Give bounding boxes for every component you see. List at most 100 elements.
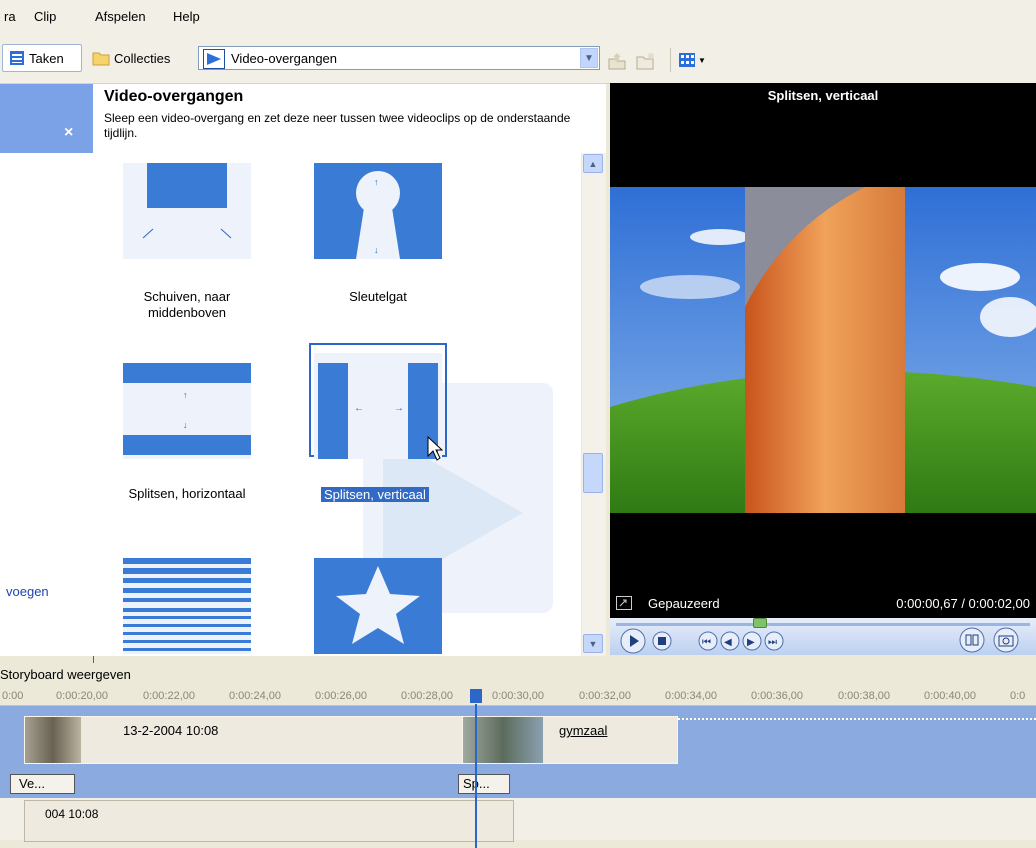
transition-label: Splitsen, horizontaal — [128, 486, 246, 501]
new-folder-icon[interactable] — [634, 51, 656, 71]
menu-extra[interactable]: ra — [4, 9, 16, 24]
preview-monitor: Splitsen, verticaal — [610, 83, 1036, 655]
caret-down-icon: ▼ — [698, 55, 706, 65]
playhead-line — [475, 704, 477, 848]
transition-item[interactable] — [123, 163, 251, 259]
transition-item[interactable] — [314, 558, 442, 654]
task-pane: voegen — [0, 153, 93, 656]
video-track: 13-2-2004 10:08 gymzaal — [0, 706, 1036, 770]
svg-text:↑: ↑ — [183, 390, 188, 400]
preview-image — [610, 187, 1036, 513]
split-vertical-icon: ← → — [314, 353, 442, 459]
collection-select-value: Video-overgangen — [231, 51, 338, 66]
preview-title: Splitsen, verticaal — [767, 88, 879, 103]
ruler-tick: 0:00:40,00 — [924, 690, 976, 702]
clip-2[interactable]: gymzaal — [462, 716, 678, 764]
transition-label: Sleutelgat — [349, 289, 407, 304]
transition-label-selected: Splitsen, verticaal — [321, 487, 429, 502]
ruler-tick: 0:00:38,00 — [838, 690, 890, 702]
collecties-button[interactable]: Collecties — [86, 44, 192, 72]
taken-button[interactable]: Taken — [2, 44, 82, 72]
clip-title: 13-2-2004 10:08 — [123, 723, 219, 738]
preview-frame — [610, 187, 1036, 513]
folder-icon — [92, 52, 110, 66]
star-icon — [314, 558, 442, 654]
menu-afspelen[interactable]: Afspelen — [95, 9, 146, 24]
slide-up-middle-icon — [123, 163, 251, 259]
playhead-icon[interactable] — [470, 689, 482, 703]
collecties-label: Collecties — [114, 50, 171, 66]
ruler-tick: 0:00:24,00 — [229, 690, 281, 702]
transition-clip-2[interactable]: Sp... — [458, 774, 510, 794]
svg-text:→: → — [394, 403, 404, 414]
ruler-tick: 0:00:28,00 — [401, 690, 453, 702]
svg-text:↓: ↓ — [374, 245, 379, 255]
seek-thumb[interactable] — [752, 618, 767, 628]
grid-view-icon — [679, 53, 695, 67]
svg-text:↑: ↑ — [374, 177, 379, 187]
ruler-tick: 0:00:20,00 — [56, 690, 108, 702]
menu-clip[interactable]: Clip — [34, 9, 56, 24]
close-icon[interactable]: × — [64, 124, 73, 142]
audio-clip[interactable]: 004 10:08 — [24, 800, 514, 842]
svg-text:←: ← — [354, 403, 364, 414]
clip-1[interactable]: 13-2-2004 10:08 — [24, 716, 464, 764]
svg-text:◀: ◀ — [724, 637, 732, 648]
preview-status-bar: Gepauzeerd 0:00:00,67 / 0:00:02,00 — [610, 590, 1036, 618]
transition-item[interactable] — [123, 558, 251, 654]
mouse-cursor-icon — [427, 436, 443, 461]
ruler-tick: 0:00:22,00 — [143, 690, 195, 702]
transport-buttons: ⏮ ◀ ▶ ⏭ — [620, 628, 784, 654]
ruler-tick: 0:00:36,00 — [751, 690, 803, 702]
lines-icon — [123, 558, 251, 654]
transition-grid: Schuiven, naar middenboven ↑ ↓ Sleutelga… — [93, 153, 581, 656]
collection-scrollbar[interactable]: ▲ ▼ — [582, 153, 606, 656]
split-snapshot-buttons — [959, 627, 1019, 653]
video-transition-icon — [203, 49, 225, 69]
keyhole-icon: ↑ ↓ — [314, 163, 442, 259]
collection-select[interactable]: Video-overgangen ▼ — [198, 46, 600, 70]
transition-clip-1[interactable]: Ve... — [10, 774, 75, 794]
transition-item[interactable]: ↑ ↓ — [314, 163, 442, 259]
fullscreen-icon[interactable] — [616, 596, 632, 610]
collection-description: Sleep een video-overgang en zet deze nee… — [104, 111, 571, 140]
toolbar-separator — [670, 48, 671, 72]
svg-text:⏭: ⏭ — [768, 637, 777, 648]
audio-track: 004 10:08 — [0, 798, 1036, 842]
ruler-tick: 0:00:30,00 — [492, 690, 544, 702]
transition-item[interactable]: ↑ ↓ — [123, 363, 251, 459]
transition-label: Schuiven, naar middenboven — [143, 289, 231, 320]
collection-header: Video-overgangen Sleep een video-overgan… — [93, 84, 606, 153]
ruler-tick: 0:00:32,00 — [579, 690, 631, 702]
ruler-tick: 0:0 — [1010, 690, 1026, 702]
svg-text:▶: ▶ — [747, 637, 755, 648]
scroll-up-icon[interactable]: ▲ — [583, 154, 603, 173]
view-options-button[interactable]: ▼ — [678, 50, 710, 70]
task-link[interactable]: voegen — [6, 584, 49, 599]
task-list-icon — [10, 51, 24, 65]
split-horizontal-icon: ↑ ↓ — [123, 363, 251, 459]
ruler-tick: 0:00 — [2, 690, 24, 702]
task-pane-header: × — [0, 84, 93, 153]
playback-time: 0:00:00,67 / 0:00:02,00 — [896, 596, 1030, 611]
toolbar: Taken Collecties Video-overgangen ▼ ▼ — [0, 33, 1036, 84]
transition-track: Ve... Sp... 004 10:08 — [0, 770, 1036, 842]
chevron-down-icon[interactable]: ▼ — [580, 48, 598, 68]
track-end-marker — [678, 718, 1036, 720]
timeline-ruler: 0:00 0:00:20,00 0:00:22,00 0:00:24,00 0:… — [0, 688, 1036, 706]
taken-label: Taken — [29, 50, 64, 66]
collection-title: Video-overgangen — [104, 88, 244, 105]
ruler-tick: 0:00:26,00 — [315, 690, 367, 702]
up-folder-icon[interactable] — [606, 51, 628, 71]
svg-text:↓: ↓ — [183, 420, 188, 430]
scroll-down-icon[interactable]: ▼ — [583, 634, 603, 653]
player-controls: ⏮ ◀ ▶ ⏭ — [610, 618, 1036, 655]
svg-text:⏮: ⏮ — [702, 637, 711, 648]
transition-item-selected[interactable]: ← → — [314, 353, 442, 459]
storyboard-toggle[interactable]: Storyboard weergeven — [0, 667, 131, 682]
clip-thumbnail — [25, 717, 81, 763]
menu-help[interactable]: Help — [173, 9, 200, 24]
playback-status: Gepauzeerd — [648, 596, 720, 611]
menu-bar: ra Clip Afspelen Help — [0, 0, 1036, 33]
scroll-thumb[interactable] — [583, 453, 603, 493]
